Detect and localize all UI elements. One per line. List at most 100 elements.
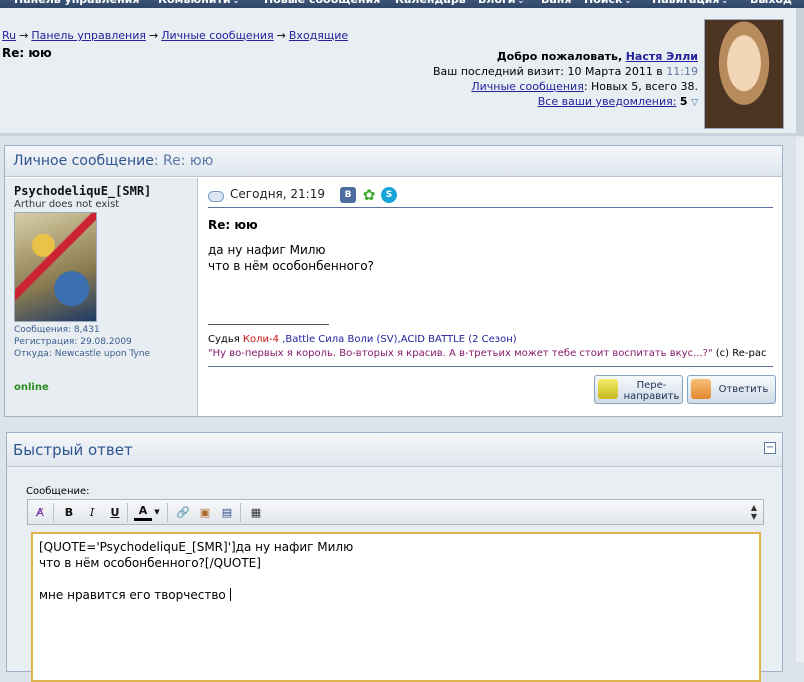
nav-item-label: Блоги bbox=[478, 0, 515, 6]
reply-button[interactable]: Ответить bbox=[687, 375, 776, 404]
message-textarea[interactable]: [QUOTE='PsychodeliquE_[SMR]']да ну нафиг… bbox=[31, 532, 761, 682]
toolbar-separator bbox=[53, 503, 54, 522]
signature-text: ,Battle Сила Воли (SV),ACID BATTLE (2 Се… bbox=[279, 334, 517, 345]
breadcrumb-link-ru[interactable]: Ru bbox=[2, 29, 16, 42]
message-area: Сегодня, 21:19 B ✿ S Re: юю да ну нафиг … bbox=[208, 178, 776, 416]
signature-quote: "Ну во-первых я король. Во-вторых я крас… bbox=[208, 348, 713, 359]
quick-reply-panel: Быстрый ответ − Сообщение: A̸ B I U A ▼ … bbox=[6, 432, 783, 682]
author-stats: Сообщения: 8,431 Регистрация: 29.08.2009… bbox=[14, 324, 197, 360]
chevron-down-icon: ⌄ bbox=[517, 0, 525, 5]
reply-icon bbox=[691, 379, 711, 399]
author-avatar[interactable] bbox=[14, 212, 97, 322]
pm-header: Личное сообщение: Re: юю bbox=[5, 146, 782, 177]
nav-item-label: Навигация bbox=[652, 0, 719, 6]
nav-item[interactable]: Блоги⌄ bbox=[478, 0, 524, 7]
notifications-link[interactable]: Все ваши уведомления: bbox=[538, 95, 677, 108]
signature-text: (c) Re-pac bbox=[712, 348, 767, 359]
breadcrumb-separator: → bbox=[149, 29, 159, 42]
breadcrumb-link-private-messages[interactable]: Личные сообщения bbox=[161, 29, 273, 42]
current-user-avatar[interactable] bbox=[704, 19, 784, 129]
pm-header-prefix: Личное сообщение bbox=[13, 153, 154, 169]
image-icon[interactable]: ▣ bbox=[196, 504, 214, 521]
scrollbar[interactable] bbox=[796, 137, 804, 662]
online-status: online bbox=[14, 382, 49, 393]
toolbar-separator bbox=[167, 503, 168, 522]
pm-counts: : Новых 5, всего 38. bbox=[583, 80, 698, 93]
skype-icon[interactable]: S bbox=[381, 187, 397, 203]
quote-icon[interactable]: ▦ bbox=[247, 504, 265, 521]
nav-item[interactable]: Ваня bbox=[541, 0, 571, 6]
resize-arrows-icon[interactable]: ▲ ▼ bbox=[751, 503, 757, 521]
vk-icon[interactable]: B bbox=[340, 187, 356, 203]
author-posts: Сообщения: 8,431 bbox=[14, 325, 100, 335]
message-date: Сегодня, 21:19 bbox=[230, 187, 325, 201]
forward-icon bbox=[598, 379, 618, 399]
nav-item-label: Поиск bbox=[584, 0, 622, 6]
private-message-panel: Личное сообщение: Re: юю PsychodeliquE_[… bbox=[4, 145, 783, 417]
chevron-down-icon[interactable]: ▼ bbox=[152, 504, 162, 521]
message-label: Сообщение: bbox=[26, 486, 90, 497]
breadcrumb-separator: → bbox=[19, 29, 29, 42]
author-info: PsychodeliquE_[SMR] Arthur does not exis… bbox=[5, 178, 198, 416]
chevron-down-icon[interactable]: ▽ bbox=[691, 98, 698, 108]
signature-link[interactable]: Коли-4 bbox=[243, 334, 279, 345]
italic-button[interactable]: I bbox=[83, 504, 101, 521]
toolbar-separator bbox=[127, 503, 128, 522]
top-nav-bar: Панель управленияКомьюнити⌄Новые сообщен… bbox=[0, 0, 804, 8]
last-visit-time: 11:19 bbox=[666, 65, 698, 78]
reply-button-label: Ответить bbox=[718, 384, 769, 395]
icq-icon[interactable]: ✿ bbox=[361, 187, 377, 203]
author-name[interactable]: PsychodeliquE_[SMR] bbox=[14, 184, 197, 198]
toolbar-separator bbox=[240, 503, 241, 522]
signature-divider bbox=[208, 324, 329, 325]
welcome-username-link[interactable]: Настя Элли bbox=[626, 50, 698, 63]
breadcrumb-link-control-panel[interactable]: Панель управления bbox=[31, 29, 146, 42]
breadcrumb-separator: → bbox=[276, 29, 286, 42]
nav-item-label: Выход bbox=[750, 0, 792, 6]
pm-header-subject: : Re: юю bbox=[153, 153, 214, 169]
nav-item[interactable]: Поиск⌄ bbox=[584, 0, 631, 7]
nav-item[interactable]: Календарь bbox=[395, 0, 466, 6]
message-meta: Сегодня, 21:19 B ✿ S bbox=[208, 186, 773, 208]
underline-button[interactable]: U bbox=[106, 504, 124, 521]
speech-bubble-icon bbox=[208, 191, 224, 202]
message-body: да ну нафиг Милю что в нём особонбенного… bbox=[208, 243, 374, 273]
remove-format-icon[interactable]: A̸ bbox=[31, 504, 49, 521]
quick-reply-header: Быстрый ответ − bbox=[7, 433, 782, 467]
chevron-down-icon: ⌄ bbox=[232, 0, 240, 5]
link-icon[interactable]: 🔗 bbox=[174, 504, 192, 521]
breadcrumb-link-inbox[interactable]: Входящие bbox=[289, 29, 348, 42]
message-divider bbox=[208, 366, 773, 367]
forward-button[interactable]: Пере- направить bbox=[594, 375, 683, 404]
page-title: Re: юю bbox=[2, 46, 52, 60]
author-registered: Регистрация: 29.08.2009 bbox=[14, 337, 132, 347]
chevron-down-icon: ⌄ bbox=[721, 0, 729, 5]
page-header: Ru → Панель управления → Личные сообщения → Вх… bbox=[0, 8, 804, 136]
nav-item-label: Календарь bbox=[395, 0, 466, 6]
nav-item[interactable]: Панель управления bbox=[14, 0, 139, 6]
nav-item[interactable]: Выход bbox=[750, 0, 792, 6]
last-visit-label: Ваш последний визит: 10 Марта 2011 в bbox=[433, 65, 663, 78]
nav-item[interactable]: Комьюнити⌄ bbox=[158, 0, 239, 7]
video-icon[interactable]: ▤ bbox=[218, 504, 236, 521]
quick-reply-title: Быстрый ответ bbox=[13, 441, 133, 459]
nav-item-label: Ваня bbox=[541, 0, 571, 6]
notifications-count: 5 bbox=[679, 95, 688, 108]
collapse-icon[interactable]: − bbox=[764, 442, 776, 454]
forward-button-label: Пере- направить bbox=[623, 380, 680, 402]
nav-item-label: Панель управления bbox=[14, 0, 139, 6]
signature-line-2: "Ну во-первых я король. Во-вторых я крас… bbox=[208, 348, 766, 359]
welcome-box: Добро пожаловать, Настя Элли Ваш последн… bbox=[433, 49, 698, 111]
text-caret bbox=[229, 588, 231, 601]
nav-item[interactable]: Новые сообщения bbox=[264, 0, 380, 6]
scrollbar[interactable] bbox=[796, 8, 804, 136]
font-color-button[interactable]: A bbox=[134, 504, 152, 521]
bold-button[interactable]: B bbox=[60, 504, 78, 521]
message-text: [QUOTE='PsychodeliquE_[SMR]']да ну нафиг… bbox=[39, 540, 354, 602]
nav-item[interactable]: Навигация⌄ bbox=[652, 0, 728, 7]
private-messages-link[interactable]: Личные сообщения bbox=[471, 80, 583, 93]
welcome-greeting: Добро пожаловать, bbox=[496, 50, 623, 63]
nav-item-label: Комьюнити bbox=[158, 0, 231, 6]
message-subject: Re: юю bbox=[208, 218, 258, 232]
author-title: Arthur does not exist bbox=[14, 199, 120, 210]
